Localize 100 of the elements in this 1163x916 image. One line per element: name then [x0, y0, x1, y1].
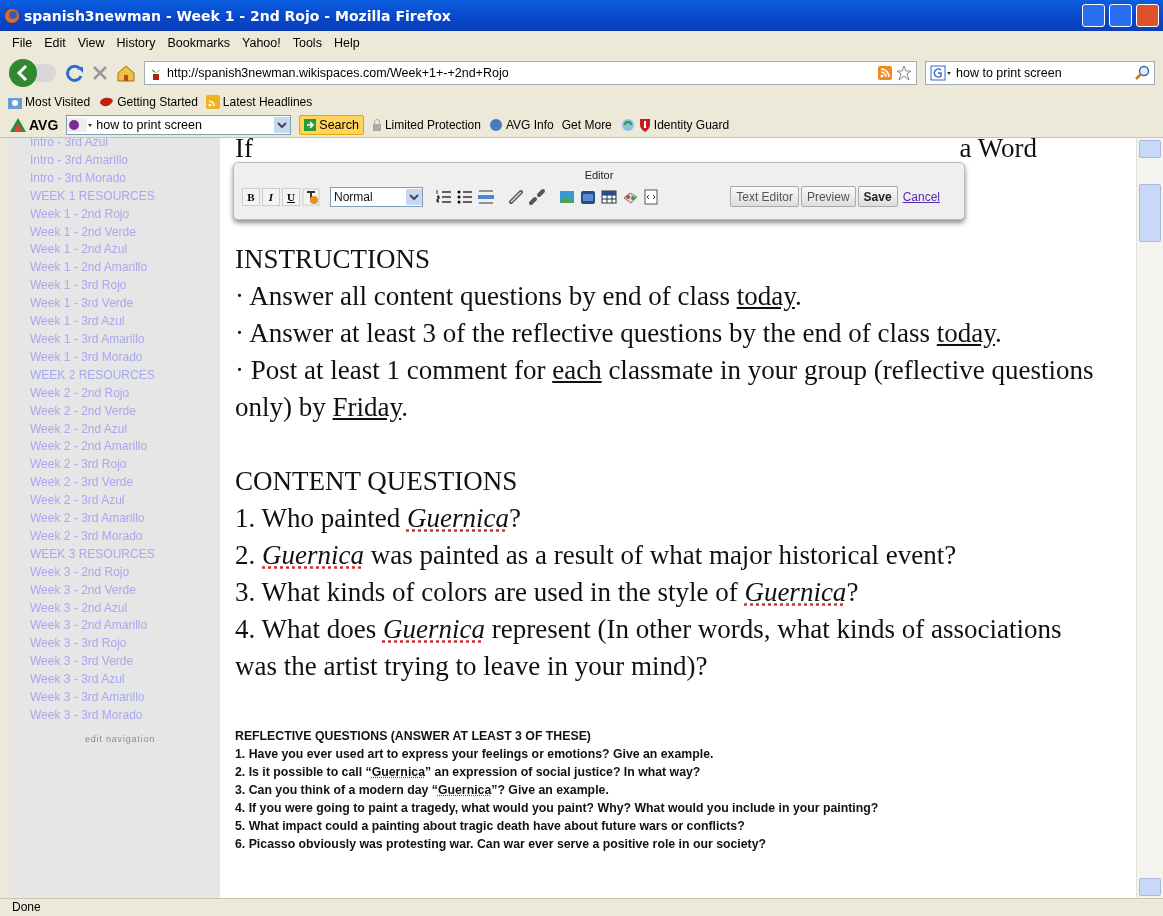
- nav-link[interactable]: Week 1 - 3rd Rojo: [30, 277, 220, 296]
- cancel-link[interactable]: Cancel: [902, 189, 940, 204]
- underline-button[interactable]: U: [282, 187, 300, 206]
- toolbar-search-field[interactable]: how to print screen: [66, 115, 292, 135]
- table-icon[interactable]: [600, 187, 618, 206]
- close-button[interactable]: [1136, 4, 1159, 27]
- nav-link[interactable]: Week 1 - 2nd Verde: [30, 223, 220, 242]
- back-icon[interactable]: [8, 58, 58, 88]
- nav-link[interactable]: Week 3 - 3rd Verde: [30, 653, 220, 672]
- menu-item[interactable]: Edit: [38, 36, 72, 50]
- dropdown-icon: [406, 188, 422, 205]
- nav-link[interactable]: Week 2 - 2nd Azul: [30, 420, 220, 439]
- minimize-button[interactable]: [1082, 4, 1105, 27]
- nav-link[interactable]: WEEK 2 RESOURCES: [30, 366, 220, 385]
- paragraph: 1. Who painted Guernica?: [235, 502, 522, 535]
- search-icon[interactable]: [1134, 65, 1150, 81]
- bookmark-link[interactable]: Most Visited: [25, 95, 91, 109]
- lock-icon: [371, 118, 382, 132]
- format-dropdown[interactable]: Normal: [330, 186, 423, 207]
- text-editor-button[interactable]: Text Editor: [730, 186, 799, 207]
- question-text: 6. Picasso obviously was protesting war. Can war ever serve a positive role in our society?: [235, 836, 768, 853]
- nav-link[interactable]: Week 1 - 3rd Azul: [30, 313, 220, 331]
- address-field[interactable]: http://spanish3newman.wikispaces.com/Week+1+-+2nd+Rojo: [144, 61, 917, 85]
- edit-navigation-link[interactable]: edit navigation: [30, 733, 220, 744]
- rss-icon[interactable]: [878, 66, 892, 80]
- menu-item[interactable]: View: [71, 36, 111, 50]
- editor-title: Editor: [583, 168, 615, 182]
- menu-item[interactable]: Help: [327, 36, 366, 50]
- nav-link[interactable]: Week 1 - 2nd Amarillo: [30, 259, 220, 278]
- nav-link[interactable]: Intro - 3rd Amarillo: [30, 151, 220, 170]
- bold-button[interactable]: B: [242, 187, 260, 206]
- nav-link[interactable]: Week 3 - 3rd Azul: [30, 671, 220, 690]
- google-icon: [930, 65, 952, 81]
- nav-link[interactable]: Week 2 - 3rd Morado: [30, 527, 220, 546]
- text-color-icon[interactable]: [302, 187, 320, 206]
- nav-link[interactable]: Week 3 - 2nd Amarillo: [30, 617, 220, 636]
- star-icon[interactable]: [896, 65, 912, 81]
- nav-link[interactable]: Week 2 - 3rd Verde: [30, 474, 220, 493]
- nav-link[interactable]: Week 3 - 2nd Rojo: [30, 563, 220, 582]
- nav-link[interactable]: Week 3 - 3rd Morado: [30, 707, 220, 725]
- paragraph: 4. What does Guernica represent (In other words, what kinds of associations was the artist trying to leave in your mind)?: [235, 613, 1063, 683]
- link-icon[interactable]: [507, 187, 525, 206]
- search-field[interactable]: how to print screen: [925, 61, 1155, 85]
- avg-logo-icon: [10, 118, 26, 132]
- arrow-icon: [304, 119, 317, 131]
- nav-link[interactable]: Intro - 3rd Morado: [30, 169, 220, 188]
- unlink-icon[interactable]: [528, 187, 546, 206]
- question-text: 3. Can you think of a modern day “Guernica”? Give an example.: [235, 782, 610, 799]
- nav-link[interactable]: Intro - 3rd Azul: [30, 138, 220, 152]
- nav-link[interactable]: Week 3 - 2nd Azul: [30, 599, 220, 618]
- save-button[interactable]: Save: [857, 186, 898, 207]
- nav-link[interactable]: Week 2 - 2nd Rojo: [30, 384, 220, 403]
- nav-link[interactable]: Week 2 - 3rd Rojo: [30, 456, 220, 475]
- window-title: spanish3newman - Week 1 - 2nd Rojo - Mozilla Firefox: [24, 7, 452, 24]
- nav-link[interactable]: Week 1 - 2nd Azul: [30, 241, 220, 260]
- menu-item[interactable]: Bookmarks: [161, 36, 236, 50]
- nav-link[interactable]: WEEK 1 RESOURCES: [30, 187, 220, 206]
- toolbar-link[interactable]: Get More: [561, 118, 612, 132]
- section-heading: CONTENT QUESTIONS: [235, 465, 519, 498]
- nav-link[interactable]: Week 2 - 3rd Azul: [30, 492, 220, 511]
- nav-link[interactable]: WEEK 3 RESOURCES: [30, 545, 220, 564]
- page-text: If: [235, 138, 253, 165]
- folder-icon: [8, 95, 22, 109]
- bookmark-link[interactable]: Latest Headlines: [222, 95, 313, 109]
- numbered-list-icon[interactable]: [435, 187, 453, 206]
- nav-link[interactable]: Week 2 - 3rd Amarillo: [30, 510, 220, 528]
- preview-button[interactable]: Preview: [800, 186, 856, 207]
- paragraph: · Answer at least 3 of the reflective questions by the end of class today.: [235, 317, 1003, 350]
- toolbar-link[interactable]: Identity Guard: [653, 118, 730, 132]
- paragraph: · Post at least 1 comment for each classmate in your group (reflective questions only) by Friday.: [235, 354, 1095, 424]
- nav-link[interactable]: Week 3 - 3rd Rojo: [30, 635, 220, 654]
- menu-item[interactable]: Yahoo!: [236, 36, 287, 50]
- question-text: 5. What impact could a painting about tragic death have about future wars or conflicts?: [235, 818, 746, 835]
- nav-link[interactable]: Week 1 - 3rd Amarillo: [30, 330, 220, 349]
- nav-link[interactable]: Week 1 - 2nd Rojo: [30, 205, 220, 224]
- paragraph: · Answer all content questions by end of class today.: [235, 280, 803, 313]
- nav-link[interactable]: Week 1 - 3rd Morado: [30, 348, 220, 367]
- maximize-button[interactable]: [1109, 4, 1132, 27]
- home-icon[interactable]: [116, 64, 136, 82]
- nav-link[interactable]: Week 3 - 2nd Verde: [30, 581, 220, 600]
- section-heading: REFLECTIVE QUESTIONS (ANSWER AT LEAST 3 OF THESE): [235, 728, 592, 745]
- search-button[interactable]: Search: [299, 115, 364, 135]
- menu-item[interactable]: File: [6, 36, 39, 50]
- code-icon[interactable]: [642, 187, 660, 206]
- menu-item[interactable]: History: [110, 36, 162, 50]
- toolbar-link[interactable]: AVG Info: [505, 118, 554, 132]
- scroll-thumb[interactable]: [1139, 184, 1161, 242]
- close-icon[interactable]: [92, 65, 108, 81]
- toolbar-link[interactable]: Limited Protection: [384, 118, 481, 132]
- nav-link[interactable]: Week 1 - 3rd Verde: [30, 295, 220, 314]
- dropdown-icon[interactable]: [274, 117, 291, 133]
- question-text: 4. If you were going to paint a tragedy, what would you paint? Why? What would you include in your painting?: [235, 800, 880, 817]
- nav-link[interactable]: Week 2 - 2nd Verde: [30, 402, 220, 421]
- menu-item[interactable]: Tools: [286, 36, 328, 50]
- bookmark-link[interactable]: Getting Started: [117, 95, 198, 109]
- nav-link[interactable]: Week 2 - 2nd Amarillo: [30, 438, 220, 457]
- reload-icon[interactable]: [66, 64, 84, 82]
- status-text: Done: [12, 900, 41, 914]
- italic-button[interactable]: I: [262, 187, 280, 206]
- nav-link[interactable]: Week 3 - 3rd Amarillo: [30, 689, 220, 707]
